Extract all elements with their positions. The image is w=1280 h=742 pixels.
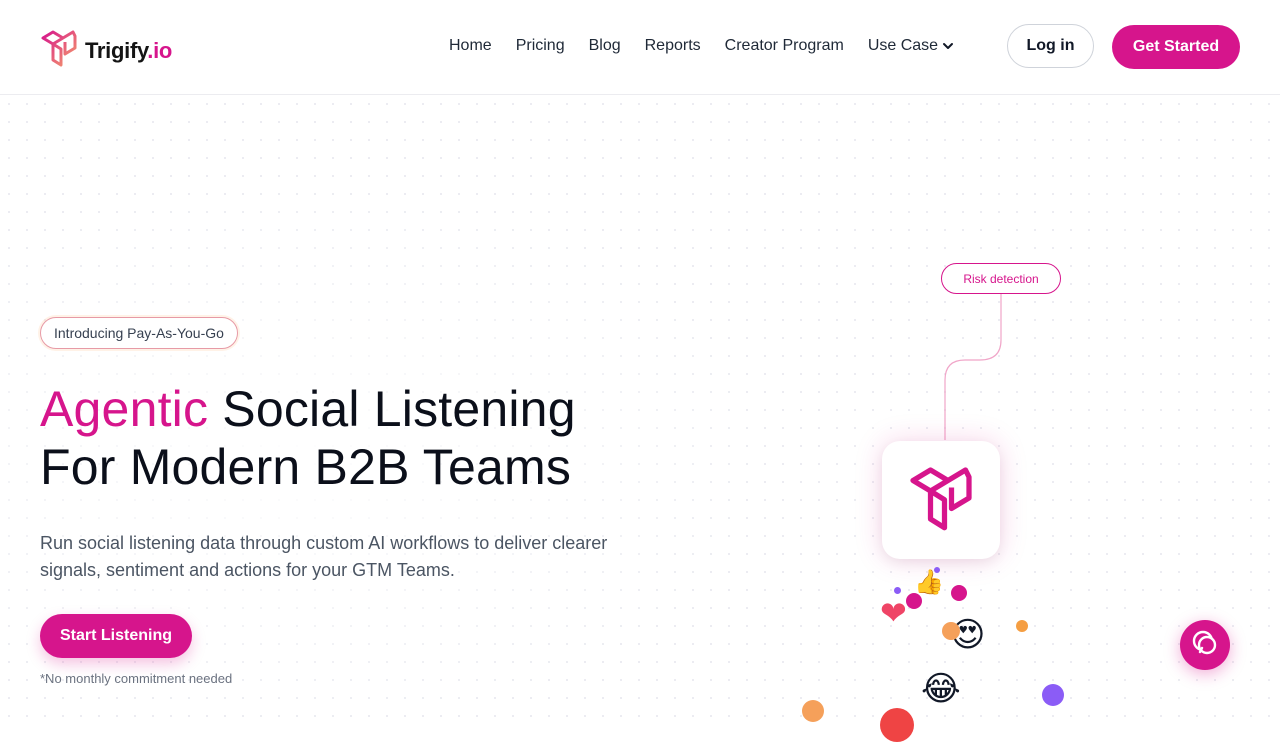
- nav-pricing[interactable]: Pricing: [516, 37, 565, 55]
- decor-dot: [894, 587, 901, 594]
- main-nav: Home Pricing Blog Reports Creator Progra…: [449, 37, 954, 55]
- cta-note: *No monthly commitment needed: [40, 671, 233, 686]
- nav-use-case[interactable]: Use Case: [868, 37, 954, 55]
- nav-home[interactable]: Home: [449, 37, 492, 55]
- hero-title-accent: Agentic: [40, 381, 209, 437]
- hero-subtitle: Run social listening data through custom…: [40, 533, 608, 580]
- laughing-emoji-icon: 😂: [921, 670, 961, 708]
- logo-wordmark: Trigify: [85, 37, 148, 63]
- decor-dot: [880, 708, 914, 742]
- site-header: Trigify.io Home Pricing Blog Reports Cre…: [0, 0, 1280, 95]
- nav-reports[interactable]: Reports: [645, 37, 701, 55]
- logo-card: [882, 441, 1000, 559]
- nav-creator-program[interactable]: Creator Program: [725, 37, 844, 55]
- logo-tld: .io: [147, 37, 173, 63]
- logo[interactable]: Trigify.io: [39, 28, 172, 73]
- hero-title-line1: Social Listening: [222, 381, 576, 437]
- decor-dot: [934, 567, 940, 573]
- decor-dot: [942, 622, 960, 640]
- get-started-button[interactable]: Get Started: [1112, 25, 1240, 69]
- start-listening-button[interactable]: Start Listening: [40, 614, 192, 658]
- heart-icon: ❤: [880, 595, 907, 631]
- decor-dot: [906, 593, 922, 609]
- chat-launcher-button[interactable]: [1180, 620, 1230, 670]
- connector-line: [944, 294, 1002, 440]
- decor-dot: [951, 585, 967, 601]
- nav-blog[interactable]: Blog: [589, 37, 621, 55]
- trigify-logo-icon: [906, 463, 976, 538]
- risk-detection-tag: Risk detection: [941, 263, 1061, 294]
- chevron-down-icon: [943, 43, 954, 49]
- decor-dot: [1042, 684, 1064, 706]
- decor-dot: [1016, 620, 1028, 632]
- announcement-badge[interactable]: Introducing Pay-As-You-Go: [40, 317, 238, 349]
- trigify-logo-icon: [39, 28, 79, 73]
- nav-use-case-label: Use Case: [867, 37, 939, 54]
- decor-dot: [802, 700, 824, 722]
- hero-title-line2: For Modern B2B Teams: [40, 439, 572, 495]
- chat-bubble-icon: [1190, 628, 1220, 663]
- hero-title: Agentic Social Listening For Modern B2B …: [40, 380, 576, 496]
- login-button[interactable]: Log in: [1007, 24, 1094, 68]
